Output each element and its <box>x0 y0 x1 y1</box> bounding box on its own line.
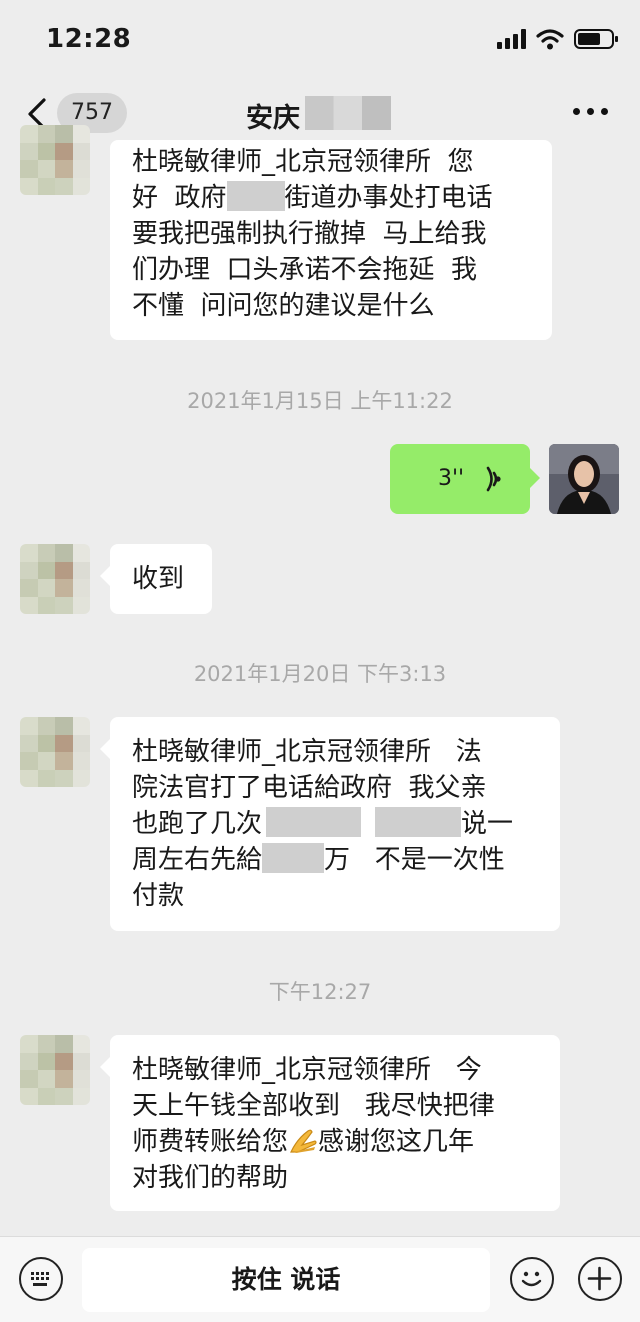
redaction <box>375 807 462 837</box>
message-text: 杜晓敏律师_北京冠领律所 今 <box>132 1055 482 1085</box>
timestamp: 2021年1月20日 下午3:13 <box>193 662 447 686</box>
message-text: 说一 <box>461 809 514 839</box>
message-bubble[interactable]: 杜晓敏律师_北京冠领律所 您 好 政府 街道办事处打电话 要我把强制执行撤掉 马上… <box>110 140 552 340</box>
message-text: 也跑了几次 <box>132 809 263 839</box>
redaction <box>266 807 362 837</box>
voice-duration: 3'' <box>438 466 465 491</box>
redaction <box>226 181 285 211</box>
message-text: 付款 <box>132 881 185 911</box>
title-redaction <box>305 96 391 130</box>
contact-avatar[interactable] <box>20 717 90 787</box>
more-options-icon[interactable] <box>573 108 608 115</box>
keyboard-toggle-button[interactable] <box>19 1257 63 1301</box>
emoji-smile-icon <box>521 1271 542 1287</box>
message-text: 天上午钱全部收到 我尽快把律 <box>132 1091 495 1121</box>
contact-avatar[interactable] <box>20 125 90 195</box>
contact-avatar[interactable] <box>20 1035 90 1105</box>
clock: 12:28 <box>46 24 132 54</box>
hold-to-talk-button[interactable]: 按住 说话 <box>82 1248 490 1312</box>
message-bubble[interactable]: 杜晓敏律师_北京冠领律所 今 天上午钱全部收到 我尽快把律 师费转账给您 感谢您这… <box>100 1035 560 1211</box>
battery-icon <box>574 29 618 49</box>
message-text: 杜晓敏律师_北京冠领律所 您 <box>132 147 474 177</box>
voice-wave-icon <box>486 466 501 492</box>
message-text: 要我把强制执行撤掉 马上给我 <box>132 219 487 249</box>
keyboard-icon <box>31 1272 49 1286</box>
voice-message-bubble[interactable]: 3'' <box>390 444 540 514</box>
contact-avatar[interactable] <box>20 544 90 614</box>
message-text: 街道办事处打电话 <box>284 183 493 213</box>
message-text: 杜晓敏律师_北京冠领律所 法 <box>132 737 482 767</box>
message-text: 们办理 口头承诺不会拖延 我 <box>132 255 478 285</box>
user-avatar-photo <box>549 444 619 514</box>
status-bar: 12:28 <box>0 0 640 78</box>
message-text: 周左右先給 <box>132 845 263 875</box>
timestamp: 下午12:27 <box>268 980 372 1004</box>
chat-title: 安庆 <box>246 103 300 134</box>
cellular-signal-icon <box>497 29 526 49</box>
input-bar: 按住 说话 <box>0 1236 640 1322</box>
status-icons <box>497 28 618 50</box>
message-text: 院法官打了电话給政府 我父亲 <box>132 773 487 803</box>
emoji-button[interactable] <box>510 1257 554 1301</box>
wifi-icon <box>536 29 564 50</box>
message-text: 对我们的帮助 <box>132 1163 289 1193</box>
message-bubble[interactable]: 收到 <box>100 544 212 614</box>
timestamp: 2021年1月15日 上午11:22 <box>187 389 453 413</box>
message-bubble[interactable]: 杜晓敏律师_北京冠领律所 法 院法官打了电话給政府 我父亲 也跑了几次 说一 周左… <box>100 717 560 931</box>
user-avatar[interactable] <box>549 444 619 514</box>
message-text: 好 政府 <box>132 183 227 213</box>
message-text: 收到 <box>132 564 185 594</box>
message-text: 万 不是一次性 <box>324 845 505 875</box>
message-text: 师费转账给您 <box>132 1127 289 1157</box>
redaction <box>262 843 325 873</box>
plus-icon <box>587 1266 612 1291</box>
praying-hands-emoji-icon <box>290 1129 317 1153</box>
message-text: 不懂 问问您的建议是什么 <box>132 291 435 321</box>
message-text: 感谢您这几年 <box>318 1127 475 1157</box>
more-functions-button[interactable] <box>578 1257 622 1301</box>
